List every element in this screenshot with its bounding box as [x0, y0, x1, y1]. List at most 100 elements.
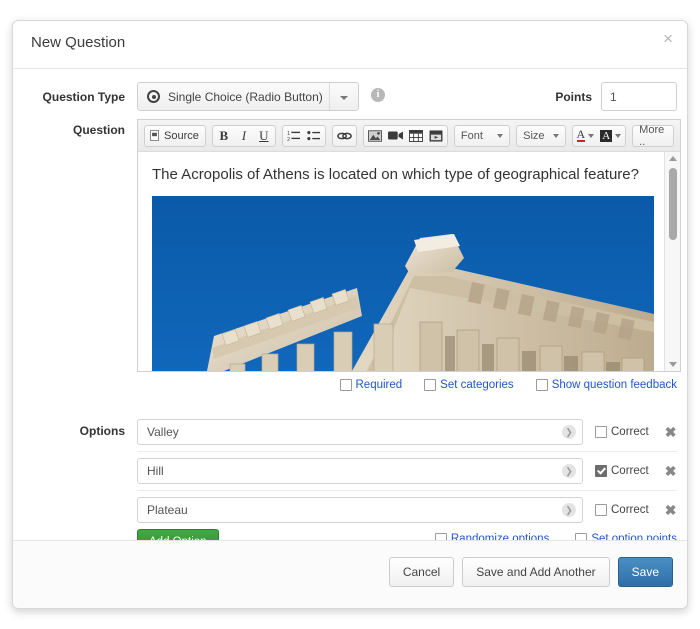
toolbar-group-lists: 1 2: [281, 124, 326, 147]
option-input-wrap: ❯: [137, 497, 583, 523]
video-button[interactable]: [385, 126, 406, 146]
toolbar-group-format: B I U: [211, 124, 276, 147]
font-label: Font: [460, 129, 483, 142]
points-label: Points: [555, 90, 592, 104]
checkbox-set-categories[interactable]: Set categories: [424, 379, 514, 391]
option-input[interactable]: [137, 497, 583, 523]
option-row: ❯ Correct ✖: [137, 452, 677, 491]
chevron-down-icon: [615, 133, 622, 138]
close-icon[interactable]: ×: [663, 30, 673, 47]
editor-content[interactable]: The Acropolis of Athens is located on wh…: [138, 152, 680, 371]
editor-toolbar: Source B I U 1 2 Font Size A A More ..: [138, 120, 680, 152]
footer-buttons: Cancel Save and Add Another Save: [388, 557, 673, 587]
option-input-wrap: ❯: [137, 458, 583, 484]
option-row: ❯ Correct ✖: [137, 413, 677, 452]
numbered-list-icon: 1 2: [287, 131, 300, 142]
checkbox-label[interactable]: Required: [356, 379, 403, 391]
toolbar-group-colors: A A: [571, 124, 627, 147]
options-label: Options: [79, 424, 125, 438]
scrollbar-thumb[interactable]: [669, 168, 677, 240]
save-and-add-another-button[interactable]: Save and Add Another: [462, 557, 610, 587]
chevron-down-icon: [552, 133, 559, 138]
link-icon: [336, 132, 352, 139]
radio-button-icon: [147, 90, 160, 103]
video-icon: [387, 131, 403, 140]
checkbox-box[interactable]: [595, 504, 607, 516]
checkbox-box[interactable]: [424, 379, 437, 391]
link-button[interactable]: [334, 126, 355, 146]
parthenon-illustration: [152, 196, 654, 371]
option-correct-checkbox[interactable]: Correct: [595, 504, 649, 516]
text-color-label: A: [576, 127, 586, 142]
bold-label: B: [219, 127, 229, 143]
checkbox-box[interactable]: [595, 465, 607, 477]
option-correct-checkbox[interactable]: Correct: [595, 426, 649, 438]
checkbox-required[interactable]: Required: [339, 379, 403, 391]
checkbox-label[interactable]: Show question feedback: [552, 379, 677, 391]
option-input[interactable]: [137, 419, 583, 445]
bg-color-button[interactable]: A: [597, 126, 624, 146]
table-button[interactable]: [406, 126, 426, 146]
scroll-down-icon[interactable]: [669, 362, 677, 367]
image-button[interactable]: [365, 126, 385, 146]
option-row: ❯ Correct ✖: [137, 491, 677, 529]
option-input[interactable]: [137, 458, 583, 484]
svg-text:1: 1: [287, 131, 290, 137]
chevron-down-icon: [340, 96, 348, 100]
question-type-select[interactable]: Single Choice (Radio Button): [137, 82, 359, 111]
toolbar-group-media: [362, 124, 448, 147]
modal-footer: Cancel Save and Add Another Save: [13, 540, 687, 608]
font-dropdown[interactable]: Font: [453, 124, 511, 147]
option-input-wrap: ❯: [137, 419, 583, 445]
toolbar-group-source: Source: [144, 124, 206, 147]
cancel-button[interactable]: Cancel: [388, 557, 455, 587]
option-correct-label: Correct: [611, 504, 649, 516]
question-image: [152, 196, 654, 371]
source-button[interactable]: Source: [146, 126, 204, 146]
table-icon: [408, 129, 423, 142]
options-list: ❯ Correct ✖ ❯ Correct ✖: [137, 413, 677, 529]
delete-option-icon[interactable]: ✖: [665, 502, 677, 519]
size-label: Size: [523, 129, 545, 142]
checkbox-box[interactable]: [535, 379, 548, 391]
source-label: Source: [164, 129, 199, 142]
select-divider: [329, 83, 330, 110]
question-type-row: Question Type Single Choice (Radio Butto…: [13, 82, 687, 112]
question-type-label: Question Type: [42, 90, 125, 104]
editor-scrollbar[interactable]: [664, 152, 680, 371]
new-question-modal: New Question × Question Type Single Choi…: [12, 20, 688, 609]
size-dropdown[interactable]: Size: [516, 124, 566, 147]
page-title: New Question: [31, 34, 126, 51]
chevron-right-icon[interactable]: ❯: [562, 425, 576, 439]
bold-button[interactable]: B: [214, 126, 234, 146]
question-settings-checkboxes: Required Set categories Show question fe…: [339, 379, 677, 391]
info-icon[interactable]: i: [371, 88, 385, 102]
toolbar-group-link: [331, 124, 357, 147]
scroll-up-icon[interactable]: [669, 156, 677, 161]
more-label: More ..: [639, 123, 665, 148]
chevron-down-icon: [497, 133, 504, 138]
option-correct-checkbox[interactable]: Correct: [595, 465, 649, 477]
underline-button[interactable]: U: [254, 126, 274, 146]
text-color-button[interactable]: A: [574, 126, 598, 146]
checkbox-show-question-feedback[interactable]: Show question feedback: [535, 379, 677, 391]
option-correct-label: Correct: [611, 465, 649, 477]
checkbox-box[interactable]: [339, 379, 352, 391]
more-button[interactable]: More ..: [632, 123, 674, 148]
italic-button[interactable]: I: [234, 126, 254, 146]
chevron-right-icon[interactable]: ❯: [562, 464, 576, 478]
youtube-button[interactable]: [426, 126, 446, 146]
save-button[interactable]: Save: [617, 557, 673, 587]
checkbox-box[interactable]: [595, 426, 607, 438]
delete-option-icon[interactable]: ✖: [665, 463, 677, 480]
delete-option-icon[interactable]: ✖: [665, 424, 677, 441]
underline-label: U: [259, 127, 269, 143]
points-input[interactable]: [601, 82, 677, 111]
modal-body: Question Type Single Choice (Radio Butto…: [13, 69, 687, 541]
chevron-right-icon[interactable]: ❯: [562, 503, 576, 517]
rich-text-editor: Source B I U 1 2 Font Size A A More .. T…: [137, 119, 681, 372]
numbered-list-button[interactable]: 1 2: [284, 126, 304, 146]
source-icon: [150, 130, 159, 141]
bulleted-list-button[interactable]: [304, 126, 324, 146]
checkbox-label[interactable]: Set categories: [440, 379, 514, 391]
